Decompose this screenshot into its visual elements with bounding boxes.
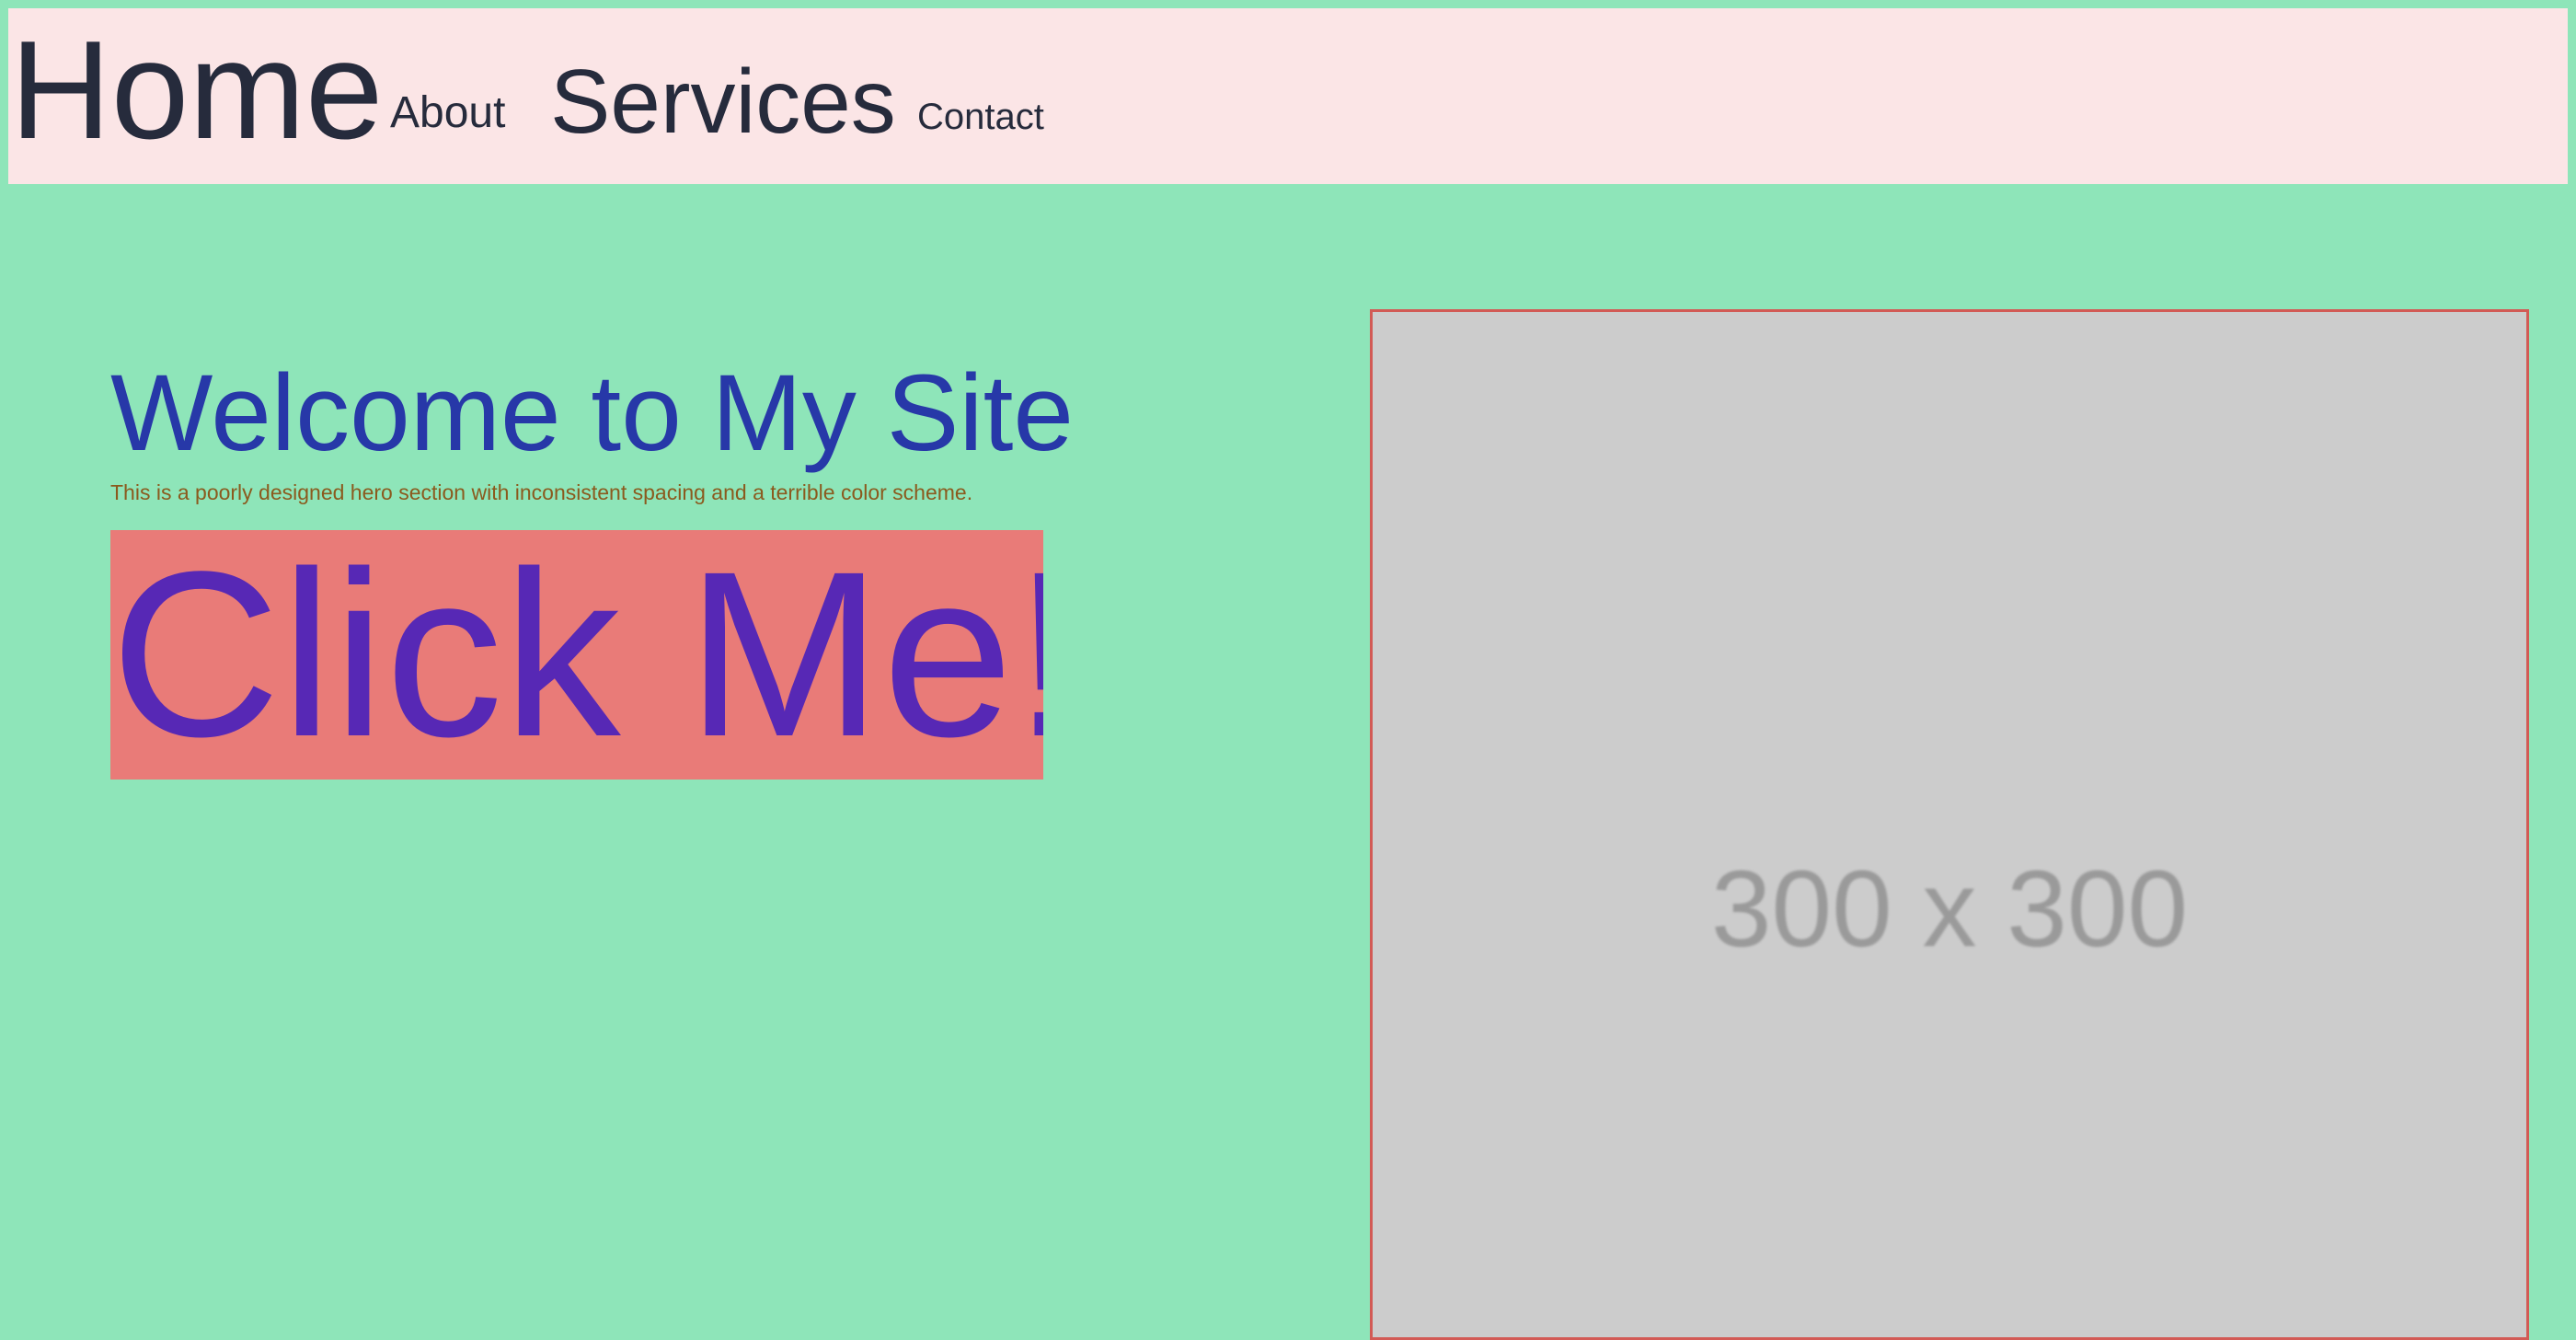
placeholder-image-label: 300 x 300 bbox=[1710, 849, 2189, 970]
nav-link-services[interactable]: Services bbox=[550, 56, 896, 146]
hero-title: Welcome to My Site bbox=[110, 352, 1075, 474]
nav-link-home[interactable]: Home bbox=[10, 20, 383, 160]
nav-link-contact[interactable]: Contact bbox=[917, 98, 1044, 135]
hero-subtitle: This is a poorly designed hero section w… bbox=[110, 480, 973, 504]
nav-link-about[interactable]: About bbox=[390, 91, 505, 135]
placeholder-image: 300 x 300 bbox=[1370, 309, 2529, 1340]
click-me-button[interactable]: Click Me! bbox=[110, 530, 1043, 780]
navbar: Home About Services Contact bbox=[8, 8, 2568, 184]
